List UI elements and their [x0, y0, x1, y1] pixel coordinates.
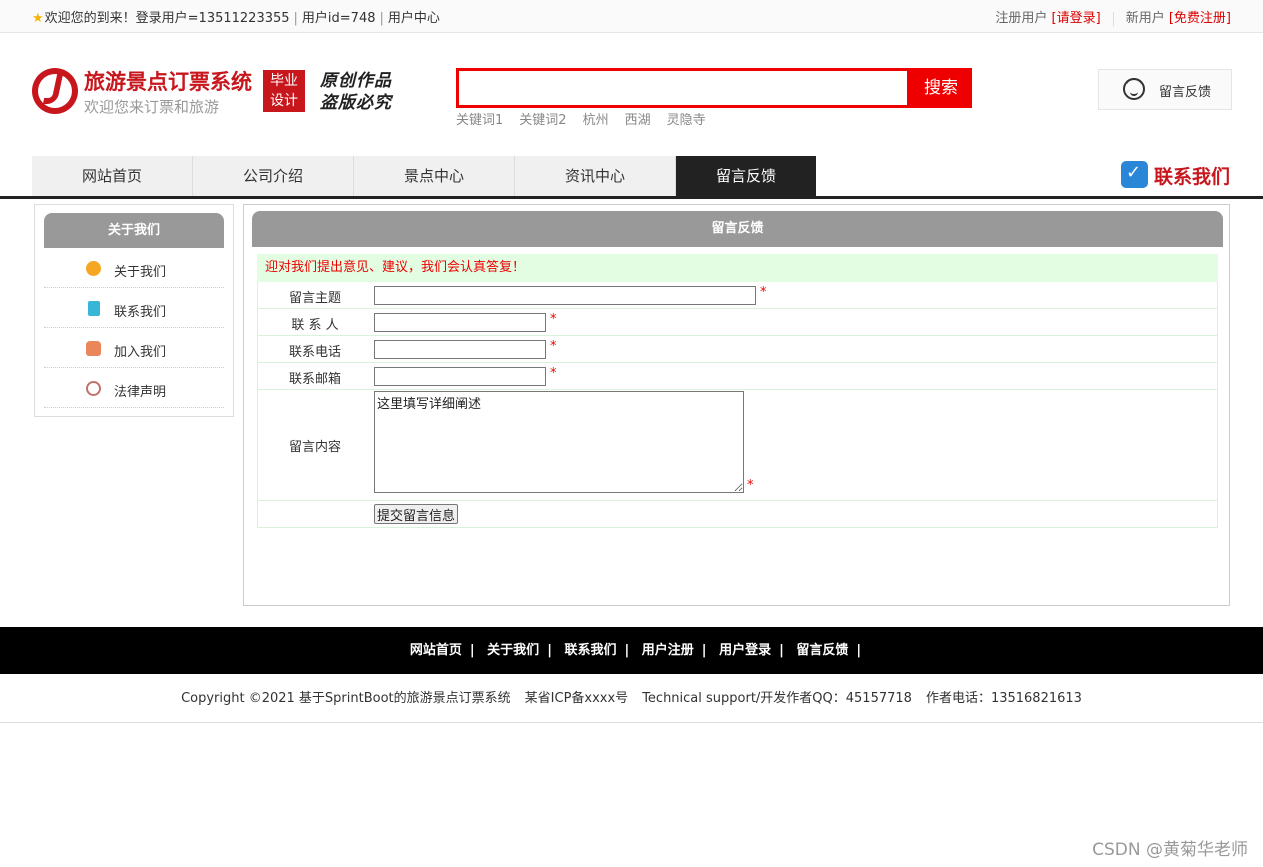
- contact-label: 联 系 人: [291, 318, 339, 333]
- smile-icon: [86, 261, 101, 276]
- clipboard-icon: [88, 301, 100, 316]
- logo-icon[interactable]: [32, 68, 78, 114]
- sidebar-item-about[interactable]: 关于我们: [44, 248, 224, 288]
- slogan: 原创作品 盗版必究: [320, 71, 392, 113]
- required-mark: *: [747, 478, 754, 493]
- customer-service-icon: [1123, 78, 1145, 100]
- search-input[interactable]: [459, 71, 907, 105]
- form-row-phone: 联系电话 *: [257, 336, 1218, 363]
- login-link[interactable]: [请登录]: [1052, 11, 1101, 26]
- required-mark: *: [550, 312, 557, 327]
- notice-text: 迎对我们提出意见、建议，我们会认真答复！: [257, 254, 1218, 282]
- user-id-text: 用户id=748: [301, 11, 376, 26]
- form-row-content: 留言内容 这里填写详细阐述 *: [257, 390, 1218, 501]
- contact-input[interactable]: [374, 313, 546, 332]
- content-label: 留言内容: [288, 440, 341, 455]
- author-phone-text: 作者电话：13516821613: [925, 691, 1082, 706]
- nav-item-company[interactable]: 公司介绍: [193, 156, 354, 196]
- subject-label: 留言主题: [288, 291, 341, 306]
- footer-link-login[interactable]: 用户登录: [719, 643, 771, 658]
- keyword-link[interactable]: 关键词2: [519, 113, 566, 128]
- welcome-area: ★欢迎您的到来！登录用户=13511223355 | 用户id=748 | 用户中心: [32, 11, 440, 26]
- search-button[interactable]: 搜索: [910, 68, 972, 108]
- icp-text: 某省ICP备xxxx号: [524, 691, 629, 706]
- phone-label: 联系电话: [288, 345, 341, 360]
- required-mark: *: [550, 339, 557, 354]
- star-icon: ★: [32, 11, 44, 26]
- main-panel: 留言反馈 迎对我们提出意见、建议，我们会认真答复！ 留言主题 * 联 系 人 *…: [243, 204, 1230, 606]
- footer-link-feedback[interactable]: 留言反馈: [796, 643, 848, 658]
- copyright-text: Copyright ©2021 基于SprintBoot的旅游景点订票系统: [181, 691, 511, 706]
- form-row-submit: 提交留言信息: [257, 501, 1218, 528]
- keyword-link[interactable]: 关键词1: [456, 113, 503, 128]
- nav-item-home[interactable]: 网站首页: [32, 156, 193, 196]
- new-user-text: 新用户: [1125, 11, 1165, 26]
- sidebar-item-label: 关于我们: [114, 265, 167, 280]
- support-text: Technical support/开发作者QQ：45157718: [642, 691, 912, 706]
- site-title: 旅游景点订票系统: [84, 70, 252, 94]
- top-bar: ★欢迎您的到来！登录用户=13511223355 | 用户id=748 | 用户中心 注…: [0, 0, 1263, 33]
- welcome-text: 欢迎您的到来！登录用户=13511223355: [44, 11, 290, 26]
- content-textarea[interactable]: 这里填写详细阐述: [374, 391, 744, 493]
- phone-input[interactable]: [374, 340, 546, 359]
- sidebar-item-legal[interactable]: 法律声明: [44, 368, 224, 408]
- form-row-email: 联系邮箱 *: [257, 363, 1218, 390]
- form-row-subject: 留言主题 *: [257, 282, 1218, 309]
- footer-nav: 网站首页 | 关于我们 | 联系我们 | 用户注册 | 用户登录 | 留言反馈 |: [0, 627, 1263, 674]
- email-input[interactable]: [374, 367, 546, 386]
- phone-icon: [1121, 161, 1148, 188]
- watermark: CSDN @黄菊华老师: [1092, 840, 1248, 860]
- register-user-text: 注册用户: [995, 11, 1048, 26]
- feedback-button[interactable]: 留言反馈: [1098, 69, 1232, 110]
- sidebar-item-label: 联系我们: [114, 305, 167, 320]
- sidebar-item-join[interactable]: 加入我们: [44, 328, 224, 368]
- sidebar: 关于我们 关于我们 联系我们 加入我们 法律声明: [34, 204, 234, 417]
- user-center-link[interactable]: 用户中心: [388, 11, 440, 26]
- footer-link-contact[interactable]: 联系我们: [564, 643, 616, 658]
- site-subtitle: 欢迎您来订票和旅游: [84, 98, 220, 116]
- graduation-badge: 毕业 设计: [263, 70, 305, 112]
- keyword-link[interactable]: 西湖: [625, 113, 651, 128]
- email-label: 联系邮箱: [288, 372, 341, 387]
- subject-input[interactable]: [374, 286, 756, 305]
- sidebar-item-contact[interactable]: 联系我们: [44, 288, 224, 328]
- submit-button[interactable]: 提交留言信息: [374, 504, 459, 524]
- panel-title: 留言反馈: [252, 211, 1223, 247]
- footer-link-register[interactable]: 用户注册: [642, 643, 694, 658]
- footer-link-home[interactable]: 网站首页: [410, 643, 462, 658]
- nav-divider: [0, 196, 1263, 199]
- nav-item-news[interactable]: 资讯中心: [515, 156, 676, 196]
- sidebar-item-label: 法律声明: [114, 385, 167, 400]
- lock-icon: [86, 341, 101, 356]
- footer-link-about[interactable]: 关于我们: [487, 643, 539, 658]
- contact-us-label: 联系我们: [1154, 166, 1231, 188]
- keyword-link[interactable]: 灵隐寺: [667, 113, 706, 128]
- keyword-link[interactable]: 杭州: [583, 113, 609, 128]
- required-mark: *: [550, 366, 557, 381]
- nav-item-attractions[interactable]: 景点中心: [354, 156, 515, 196]
- hot-keywords: 关键词1 关键词2 杭州 西湖 灵隐寺: [456, 109, 722, 128]
- form-row-contact: 联 系 人 *: [257, 309, 1218, 336]
- free-register-link[interactable]: [免费注册]: [1169, 11, 1231, 26]
- nav-item-feedback[interactable]: 留言反馈: [676, 156, 816, 196]
- account-links: 注册用户 [请登录] 新用户 [免费注册]: [995, 7, 1231, 26]
- sidebar-title: 关于我们: [44, 213, 224, 248]
- sidebar-item-label: 加入我们: [114, 345, 167, 360]
- feedback-label: 留言反馈: [1159, 85, 1212, 100]
- search-box: [456, 68, 910, 108]
- required-mark: *: [760, 285, 767, 300]
- copyright-bar: Copyright ©2021 基于SprintBoot的旅游景点订票系统 某省I…: [0, 674, 1263, 723]
- power-icon: [86, 381, 101, 396]
